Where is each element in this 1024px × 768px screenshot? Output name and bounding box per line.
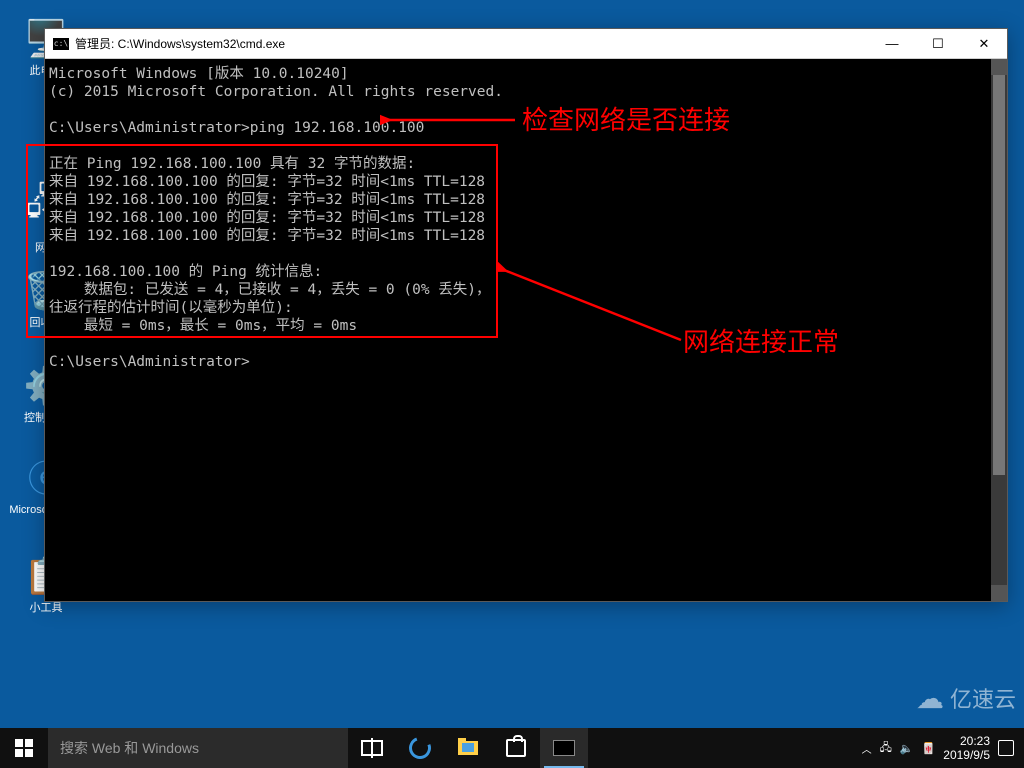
taskview-icon bbox=[361, 740, 383, 756]
search-placeholder: 搜索 Web 和 Windows bbox=[60, 738, 199, 758]
clock-date: 2019/9/5 bbox=[943, 748, 990, 762]
titlebar[interactable]: c:\ 管理员: C:\Windows\system32\cmd.exe — ☐… bbox=[45, 29, 1007, 59]
terminal-body[interactable]: Microsoft Windows [版本 10.0.10240] (c) 20… bbox=[45, 59, 1007, 601]
folder-icon bbox=[458, 741, 478, 755]
window-title: 管理员: C:\Windows\system32\cmd.exe bbox=[75, 35, 869, 52]
taskbar-store[interactable] bbox=[492, 728, 540, 768]
clock-time: 20:23 bbox=[943, 734, 990, 748]
taskbar: 搜索 Web 和 Windows ︿ 🖧 🔈 🀄 20:23 2019/9/5 bbox=[0, 728, 1024, 768]
maximize-button[interactable]: ☐ bbox=[915, 29, 961, 59]
taskbar-edge[interactable] bbox=[396, 728, 444, 768]
edge-icon bbox=[405, 733, 434, 762]
notifications-button[interactable] bbox=[998, 740, 1014, 756]
tray-volume-icon[interactable]: 🔈 bbox=[900, 742, 914, 755]
taskbar-cmd[interactable] bbox=[540, 728, 588, 768]
windows-logo-icon bbox=[15, 739, 33, 757]
taskbar-explorer[interactable] bbox=[444, 728, 492, 768]
cloud-icon: ☁ bbox=[916, 682, 944, 715]
store-icon bbox=[506, 739, 526, 757]
cmd-titlebar-icon: c:\ bbox=[53, 38, 69, 50]
taskview-button[interactable] bbox=[348, 728, 396, 768]
scrollbar-thumb[interactable] bbox=[993, 75, 1005, 475]
watermark-text: 亿速云 bbox=[950, 682, 1016, 714]
cmd-icon bbox=[553, 740, 575, 756]
start-button[interactable] bbox=[0, 728, 48, 768]
taskbar-clock[interactable]: 20:23 2019/9/5 bbox=[943, 734, 990, 762]
tray-network-icon[interactable]: 🖧 bbox=[880, 739, 892, 758]
close-button[interactable]: ✕ bbox=[961, 29, 1007, 59]
terminal-output: Microsoft Windows [版本 10.0.10240] (c) 20… bbox=[49, 65, 989, 371]
vertical-scrollbar[interactable] bbox=[991, 59, 1007, 601]
cmd-window: c:\ 管理员: C:\Windows\system32\cmd.exe — ☐… bbox=[44, 28, 1008, 602]
watermark: ☁ 亿速云 bbox=[916, 678, 1016, 718]
search-input[interactable]: 搜索 Web 和 Windows bbox=[48, 728, 348, 768]
desktop-icon-label: 小工具 bbox=[30, 602, 63, 614]
system-tray: ︿ 🖧 🔈 🀄 20:23 2019/9/5 bbox=[856, 728, 1024, 768]
tray-overflow-button[interactable]: ︿ bbox=[862, 741, 872, 756]
tray-ime-icon[interactable]: 🀄 bbox=[922, 742, 936, 755]
minimize-button[interactable]: — bbox=[869, 29, 915, 59]
